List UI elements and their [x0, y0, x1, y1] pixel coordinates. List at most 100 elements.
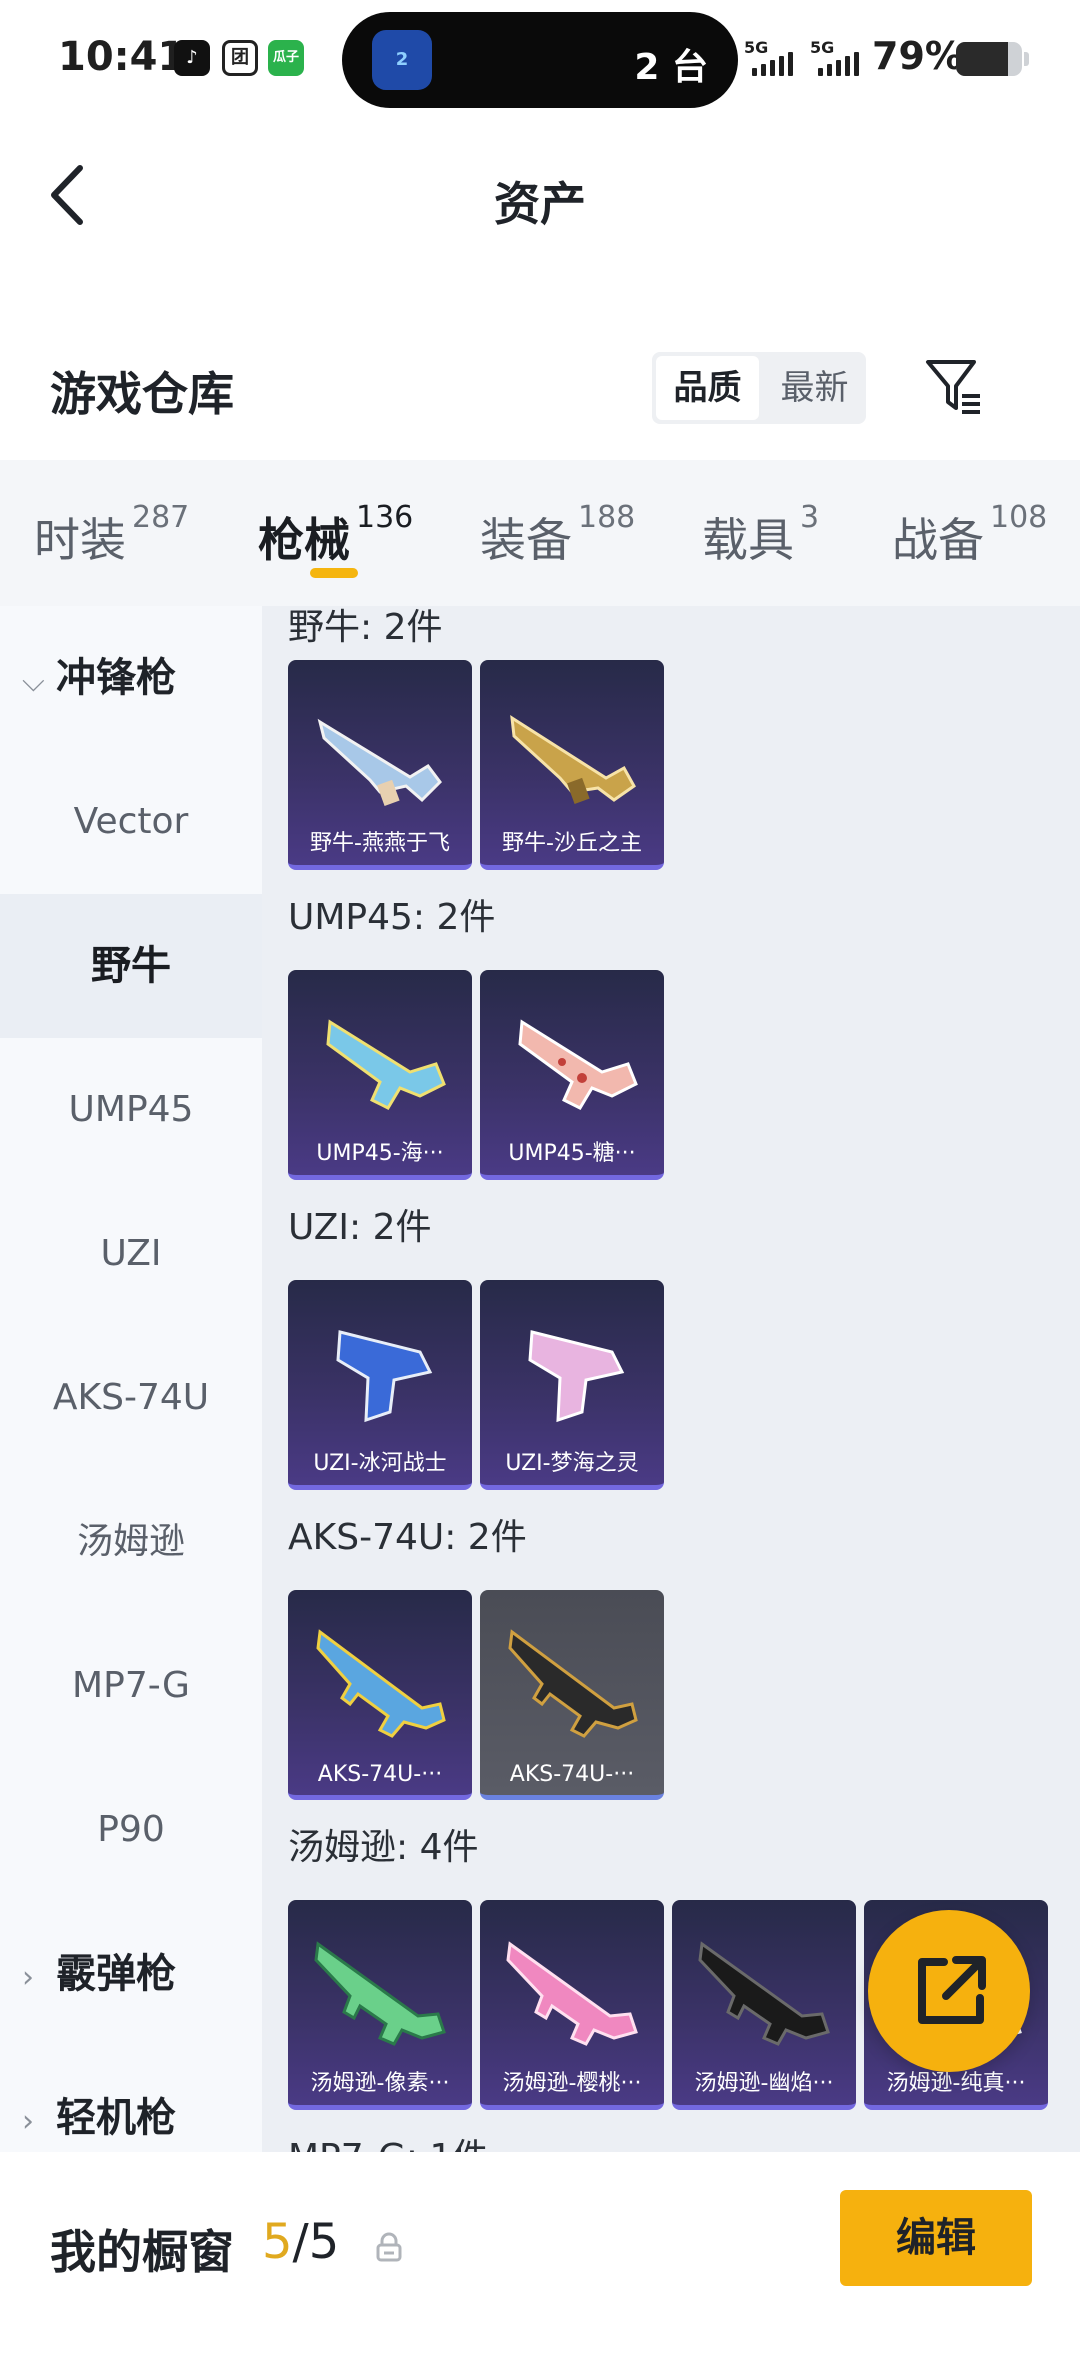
cast-count: 2: [395, 49, 409, 70]
sidebar-item-vector[interactable]: Vector: [0, 750, 262, 894]
weapon-card[interactable]: 汤姆逊-像素···: [288, 1900, 472, 2110]
weapon-card[interactable]: UMP45-海···: [288, 970, 472, 1180]
sidebar-group-smg[interactable]: ⌵ 冲锋枪: [22, 606, 176, 750]
dynamic-island[interactable]: 2 2 台: [342, 12, 738, 108]
sidebar-item-thompson[interactable]: 汤姆逊: [0, 1470, 262, 1614]
showcase-count-sep: /: [292, 2214, 309, 2270]
gun-icon: [326, 1019, 446, 1110]
weapon-card[interactable]: UZI-梦海之灵: [480, 1280, 664, 1490]
cast-icon: 2: [372, 30, 432, 90]
tab-count: 188: [578, 500, 636, 535]
gun-icon: [508, 1629, 638, 1738]
meituan-app-icon: 团: [222, 40, 258, 76]
island-text: 2 台: [634, 47, 708, 88]
gun-icon: [336, 1330, 433, 1423]
sidebar-item-aks74u[interactable]: AKS-74U: [0, 1326, 262, 1470]
tab-outfits[interactable]: 时装 287: [34, 500, 189, 570]
gun-icon: [316, 1629, 446, 1738]
share-fab[interactable]: [868, 1910, 1030, 2072]
battery-tip: [1024, 52, 1029, 66]
weapon-card-name: UZI-冰河战士: [313, 1451, 447, 1476]
sidebar-item-p90[interactable]: P90: [0, 1758, 262, 1902]
gun-icon: [510, 715, 636, 805]
chevron-right-icon: ›: [22, 1960, 34, 1995]
sidebar-item-ump45[interactable]: UMP45: [0, 1038, 262, 1182]
sidebar-group-shotgun[interactable]: › 霰弹枪: [22, 1902, 176, 2046]
weapon-card[interactable]: UZI-冰河战士: [288, 1280, 472, 1490]
weapon-card-name: UMP45-海···: [316, 1141, 444, 1166]
battery-percent: 79%: [872, 34, 963, 78]
battery-icon: [956, 42, 1022, 76]
weapon-type-sidebar: ⌵ 冲锋枪 Vector 野牛 UMP45 UZI AKS-74U 汤姆逊 MP7…: [0, 606, 262, 2152]
gun-icon: [698, 1941, 830, 2046]
showcase-label: 我的橱窗: [50, 2225, 234, 2279]
sort-toggle: 品质 最新: [652, 352, 866, 424]
active-tab-indicator: [310, 568, 358, 578]
edit-button[interactable]: 编辑: [840, 2190, 1032, 2286]
weapon-card-name: 汤姆逊-幽焰···: [694, 2071, 834, 2096]
weapon-card-name: 汤姆逊-像素···: [310, 2071, 450, 2096]
group-label-ump45: UMP45: 2件: [288, 897, 496, 938]
showcase-count: 5/5: [262, 2214, 339, 2270]
sidebar-group-label: 霰弹枪: [56, 1951, 176, 1997]
filter-button[interactable]: [922, 354, 986, 418]
weapon-card-name: 汤姆逊-樱桃···: [502, 2071, 642, 2096]
sidebar-item-mp7g[interactable]: MP7-G: [0, 1614, 262, 1758]
weapon-card-name: 野牛-燕燕于飞: [310, 831, 450, 856]
gun-icon: [317, 718, 442, 807]
chevron-down-icon: ⌵: [22, 664, 45, 699]
group-label-mp7g: MP7-G: 1件: [288, 2128, 488, 2152]
tab-label: 装备: [480, 513, 572, 567]
tab-count: 287: [132, 500, 190, 535]
showcase-bar: 我的橱窗 5/5 编辑: [0, 2152, 1080, 2376]
weapon-card-name: UZI-梦海之灵: [505, 1451, 639, 1476]
gun-icon: [506, 1941, 638, 2046]
lock-icon: [376, 2232, 402, 2262]
weapon-card[interactable]: AKS-74U-···: [288, 1590, 472, 1800]
sim1-signal-icon: [752, 52, 793, 76]
tab-guns[interactable]: 枪械 136: [258, 500, 413, 570]
tab-label: 载具: [702, 513, 794, 567]
group-label-thompson: 汤姆逊: 4件: [288, 1827, 479, 1868]
group-label-bizon: 野牛: 2件: [288, 607, 443, 648]
sort-quality-button[interactable]: 品质: [656, 356, 759, 420]
weapon-card[interactable]: 汤姆逊-樱桃···: [480, 1900, 664, 2110]
showcase-count-current: 5: [262, 2214, 293, 2270]
sidebar-item-uzi[interactable]: UZI: [0, 1182, 262, 1326]
sidebar-item-bizon[interactable]: 野牛: [0, 894, 262, 1038]
weapon-card[interactable]: 野牛-沙丘之主: [480, 660, 664, 870]
showcase-count-total: 5: [308, 2214, 340, 2270]
battery-fill: [956, 42, 1009, 76]
page-title: 资产: [494, 177, 586, 231]
gun-icon: [314, 1941, 446, 2046]
tiktok-app-icon: ♪: [174, 40, 210, 76]
tab-supplies[interactable]: 战备 108: [892, 500, 1047, 570]
tab-count: 3: [800, 500, 820, 535]
filter-icon: [926, 360, 980, 414]
sim2-signal-icon: [818, 52, 859, 76]
weapon-card-name: AKS-74U-···: [509, 1762, 635, 1787]
tab-label: 枪械: [258, 513, 350, 567]
sidebar-group-label: 冲锋枪: [56, 655, 176, 701]
gun-icon: [518, 1019, 638, 1110]
weapon-card[interactable]: 野牛-燕燕于飞: [288, 660, 472, 870]
tab-count: 108: [990, 500, 1048, 535]
category-tabs: 时装 287 枪械 136 装备 188 载具 3 战备 108: [0, 460, 1080, 606]
status-bar: 10:41 ♪ 团 瓜子 2 2 台 5G 5G 79%: [0, 0, 1080, 118]
weapon-card[interactable]: UMP45-糖···: [480, 970, 664, 1180]
weapon-card-name: AKS-74U-···: [317, 1762, 443, 1787]
status-time: 10:41: [58, 34, 186, 80]
gun-icon: [528, 1330, 625, 1423]
weapon-card-name: UMP45-糖···: [508, 1141, 636, 1166]
tab-equipment[interactable]: 装备 188: [480, 500, 635, 570]
weapon-card[interactable]: 汤姆逊-幽焰···: [672, 1900, 856, 2110]
sort-newest-button[interactable]: 最新: [763, 356, 866, 420]
tab-count: 136: [356, 500, 414, 535]
section-title: 游戏仓库: [50, 367, 234, 421]
app-page: 10:41 ♪ 团 瓜子 2 2 台 5G 5G 79% 资产 游戏仓库 品质 …: [0, 0, 1080, 2376]
sidebar-group-label: 轻机枪: [56, 2095, 176, 2141]
weapon-card[interactable]: AKS-74U-···: [480, 1590, 664, 1800]
tab-vehicles[interactable]: 载具 3: [702, 500, 819, 570]
guazi-app-icon: 瓜子: [268, 40, 304, 76]
external-link-icon: [918, 1956, 986, 2024]
